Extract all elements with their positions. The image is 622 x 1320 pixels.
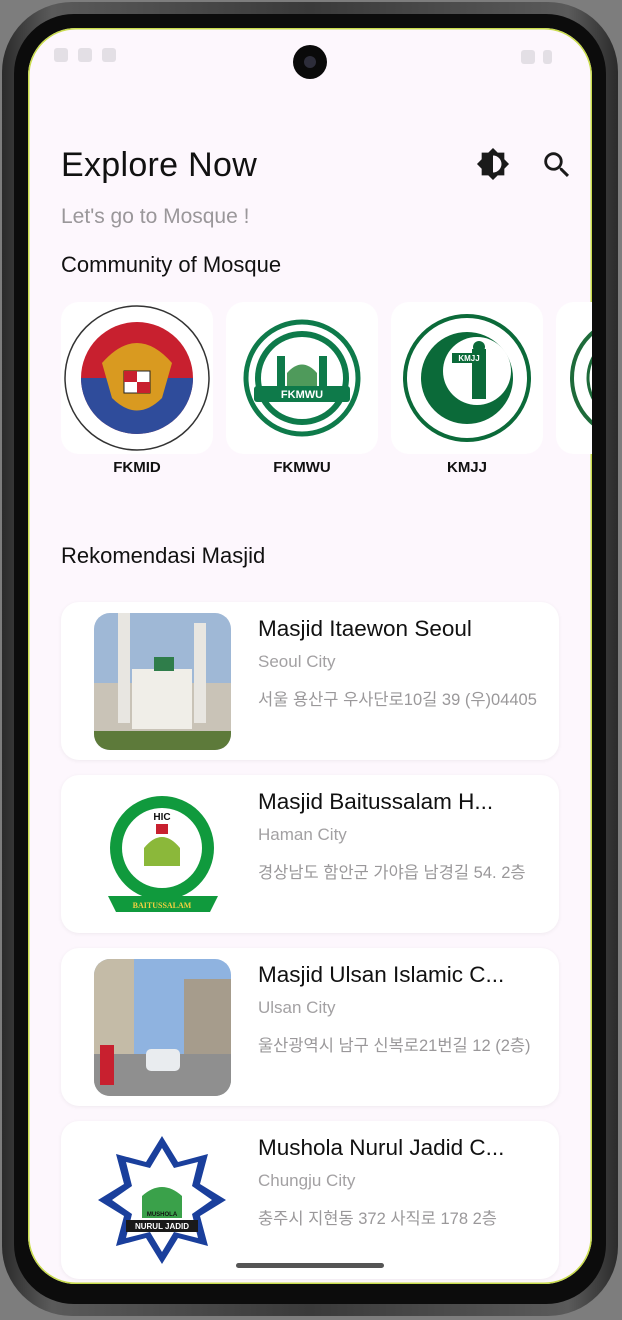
community-label: FKMWU — [273, 459, 331, 476]
emblem-text: KMJJ — [458, 354, 479, 363]
emblem-text: HIC — [153, 812, 170, 823]
mosque-photo — [94, 613, 231, 750]
community-item-kmjj[interactable]: KMJJ KMJJ — [391, 302, 543, 476]
community-logo-card[interactable]: FKMWU — [226, 302, 378, 454]
mosque-emblem-icon: FKMWU — [243, 319, 361, 437]
status-left — [54, 48, 116, 62]
mosque-card[interactable]: Masjid Itaewon Seoul Seoul City 서울 용산구 우… — [61, 602, 559, 760]
mosque-list: Masjid Itaewon Seoul Seoul City 서울 용산구 우… — [61, 602, 559, 1284]
mosque-card[interactable]: Masjid Ulsan Islamic C... Ulsan City 울산광… — [61, 948, 559, 1106]
wifi-icon — [521, 50, 535, 64]
notification-icon — [102, 48, 116, 62]
community-item-fkmid[interactable]: FKMID — [61, 302, 213, 476]
mosque-photo — [94, 959, 231, 1096]
theme-toggle-button[interactable] — [476, 147, 510, 181]
emblem-text: NURUL JADID — [135, 1222, 189, 1231]
mosque-logo: HIC BAITUSSALAM — [94, 786, 231, 923]
notification-icon — [54, 48, 68, 62]
mosque-address: 서울 용산구 우사단로10길 39 (우)04405 — [258, 691, 537, 709]
recommend-section-title: Rekomendasi Masjid — [61, 543, 266, 568]
mosque-city: Haman City — [258, 825, 347, 844]
mosque-name: Masjid Ulsan Islamic C... — [258, 962, 505, 987]
garuda-emblem-icon — [64, 305, 210, 451]
emblem-text: FKMWU — [281, 389, 323, 401]
mosque-name: Mushola Nurul Jadid C... — [258, 1135, 505, 1160]
community-section-title: Community of Mosque — [61, 252, 282, 277]
mosque-city: Ulsan City — [258, 998, 336, 1017]
camera-cutout — [293, 45, 327, 79]
mosque-emblem-icon: KMJJ — [403, 314, 531, 442]
status-bar — [28, 28, 592, 90]
community-label: FKMID — [113, 459, 161, 476]
mosque-card[interactable]: HIC BAITUSSALAM Masjid Baitussalam H... … — [61, 775, 559, 933]
community-label: KMJJ — [446, 459, 487, 476]
community-logo-card[interactable]: KMJJ — [391, 302, 543, 454]
mosque-card[interactable]: MUSHOLA NURUL JADID Mushola Nurul Jadid … — [61, 1121, 559, 1279]
mosque-city: Chungju City — [258, 1171, 356, 1190]
page-title: Explore Now — [61, 146, 258, 184]
home-indicator[interactable] — [236, 1263, 384, 1268]
brightness-icon — [476, 147, 510, 181]
search-button[interactable] — [540, 148, 574, 182]
mitra-emblem-icon — [570, 330, 592, 426]
search-icon — [544, 152, 570, 178]
mosque-name: Masjid Baitussalam H... — [258, 789, 494, 814]
mosque-address: 충주시 지현동 372 사직로 178 2층 — [258, 1210, 497, 1228]
page-subtitle: Let's go to Mosque ! — [61, 205, 250, 228]
community-logo-card[interactable] — [556, 302, 592, 454]
notification-icon — [78, 48, 92, 62]
battery-icon — [543, 50, 552, 64]
community-item-mi[interactable]: MI — [556, 302, 592, 476]
status-right — [521, 50, 552, 64]
community-item-fkmwu[interactable]: FKMWU FKMWU — [226, 302, 378, 476]
emblem-text: MUSHOLA — [147, 1212, 178, 1218]
mosque-city: Seoul City — [258, 652, 336, 671]
mosque-address: 울산광역시 남구 신복로21번길 12 (2층) — [258, 1037, 531, 1055]
mosque-address: 경상남도 함안군 가야읍 남경길 54. 2층 — [258, 864, 526, 882]
emblem-text: BAITUSSALAM — [133, 901, 192, 910]
mosque-name: Masjid Itaewon Seoul — [258, 616, 472, 641]
community-list: FKMID FKMWU FKMWU KMJJ KMJJ — [61, 302, 592, 476]
mosque-logo: MUSHOLA NURUL JADID — [94, 1132, 231, 1269]
app-screen: Explore Now Let's go to Mosque ! Communi… — [28, 28, 592, 1284]
community-logo-card[interactable] — [61, 302, 213, 454]
